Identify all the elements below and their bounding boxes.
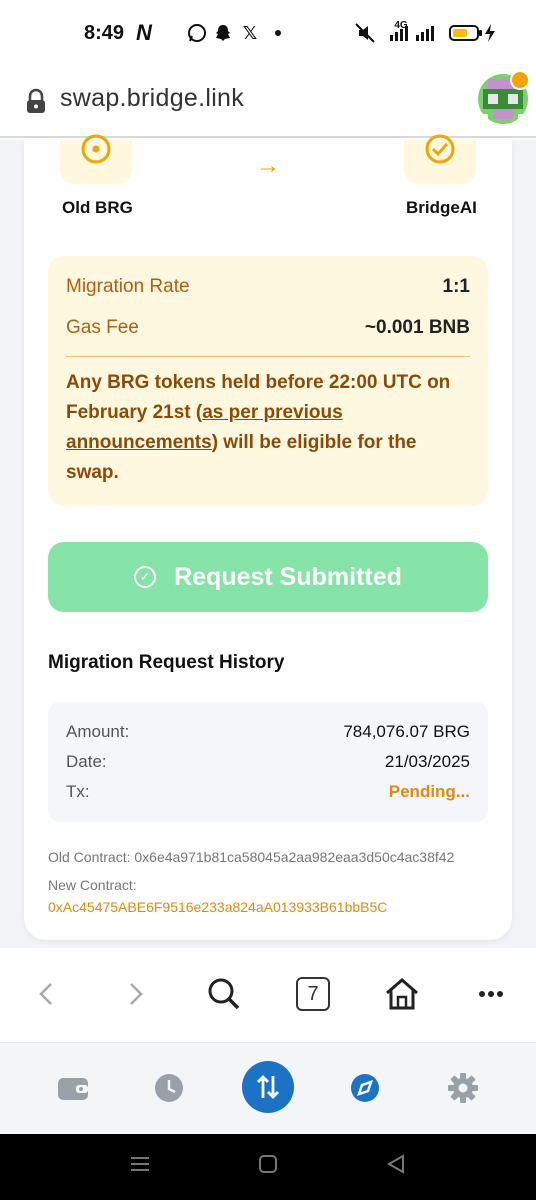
recents-icon[interactable]: [130, 1154, 150, 1179]
system-navigation-bar: [0, 1134, 536, 1200]
search-icon[interactable]: [204, 972, 244, 1016]
info-divider: [66, 356, 470, 357]
settings-icon[interactable]: [442, 1067, 484, 1109]
signal-icon: [388, 20, 440, 46]
to-token-name: BridgeAI: [406, 198, 477, 217]
battery-icon: [448, 20, 484, 46]
badge-icon: [510, 70, 530, 90]
netflix-icon: N: [136, 20, 152, 45]
forward-icon[interactable]: [122, 972, 150, 1016]
x-icon: 𝕏: [242, 22, 258, 43]
old-brg-token-icon: [60, 134, 132, 184]
url-text[interactable]: swap.bridge.link: [60, 84, 244, 113]
home-icon[interactable]: [382, 972, 422, 1016]
wallet-icon[interactable]: [52, 1067, 94, 1109]
request-submitted-label: Request Submitted: [174, 562, 402, 591]
eligibility-notice: Any BRG tokens held before 22:00 UTC on …: [66, 368, 470, 488]
request-submitted-button[interactable]: ✓ Request Submitted: [48, 542, 488, 612]
amount-label: Amount:: [66, 722, 130, 741]
check-circle-icon: ✓: [134, 566, 157, 588]
date-value: 21/03/2025: [384, 752, 470, 771]
home-button-icon[interactable]: [258, 1154, 278, 1179]
lock-icon: [24, 88, 48, 116]
address-bar[interactable]: swap.bridge.link: [0, 68, 536, 138]
from-token-name: Old BRG: [62, 198, 133, 217]
migration-rate-row: Migration Rate 1:1: [66, 276, 470, 298]
dot-icon: [274, 20, 282, 46]
more-options-icon[interactable]: [474, 972, 508, 1016]
tx-label: Tx:: [66, 782, 90, 801]
status-bar: 8:49 N 𝕏 4G: [0, 0, 536, 68]
snapchat-icon: [212, 20, 234, 46]
swap-icon[interactable]: [242, 1061, 294, 1113]
discover-icon[interactable]: [344, 1067, 386, 1109]
date-row: Date: 21/03/2025: [66, 752, 470, 772]
tx-status[interactable]: Pending...: [389, 782, 470, 802]
tab-count: 7: [296, 977, 330, 1011]
gas-fee-row: Gas Fee ~0.001 BNB: [66, 317, 470, 339]
old-contract-text: Old Contract: 0x6e4a971b81ca58045a2aa982…: [48, 849, 455, 865]
mute-icon: [352, 20, 378, 46]
amount-value: 784,076.07 BRG: [343, 722, 470, 741]
date-label: Date:: [66, 752, 107, 771]
history-entry: Amount: 784,076.07 BRG Date: 21/03/2025 …: [48, 702, 488, 822]
amount-row: Amount: 784,076.07 BRG: [66, 722, 470, 742]
back-button-icon[interactable]: [386, 1154, 406, 1179]
migration-rate-label: Migration Rate: [66, 276, 190, 297]
history-icon[interactable]: [148, 1067, 190, 1109]
bridgeai-token-icon: [404, 134, 476, 184]
status-time: 8:49: [84, 22, 125, 44]
history-title: Migration Request History: [48, 652, 285, 673]
swap-arrow-icon: →: [256, 152, 280, 179]
new-contract-address[interactable]: 0xAc45475ABE6F9516e233a824aA013933B61bbB…: [48, 899, 387, 915]
tx-row: Tx: Pending...: [66, 782, 470, 802]
browser-toolbar: 7: [0, 950, 536, 1042]
wallet-bottom-bar: [0, 1042, 536, 1134]
migration-rate-value: 1:1: [442, 276, 470, 297]
whatsapp-icon: [186, 20, 208, 46]
tabs-button[interactable]: 7: [294, 972, 332, 1016]
gas-fee-label: Gas Fee: [66, 317, 139, 338]
back-icon[interactable]: [32, 972, 60, 1016]
new-contract-label: New Contract:: [48, 877, 137, 893]
charging-icon: [484, 20, 496, 46]
migration-info-box: Migration Rate 1:1 Gas Fee ~0.001 BNB An…: [48, 256, 488, 506]
gas-fee-value: ~0.001 BNB: [364, 317, 470, 338]
